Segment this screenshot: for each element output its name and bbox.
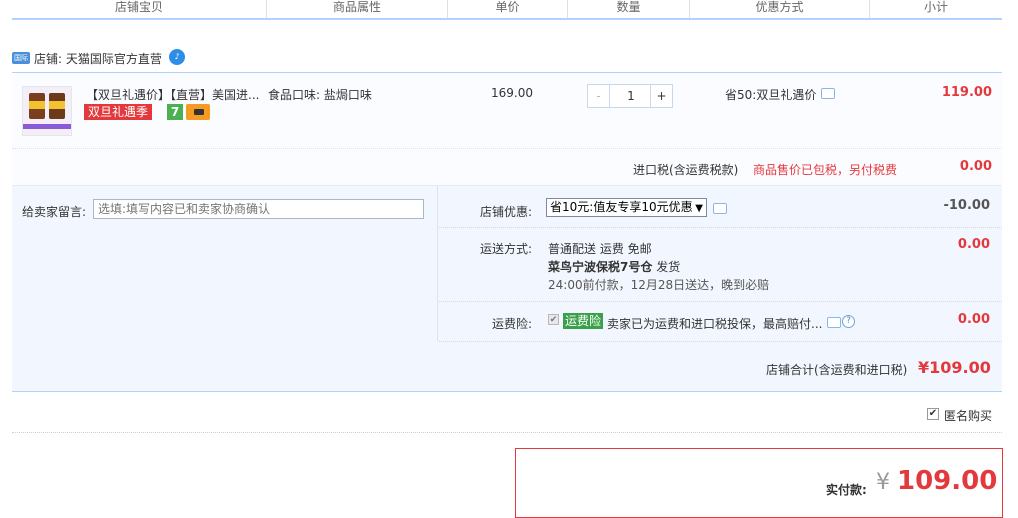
- column-header-quantity: 数量: [568, 0, 690, 18]
- divider: [12, 432, 1002, 433]
- product-title-link[interactable]: 【双旦礼遇价】【直营】美国进...: [86, 86, 259, 103]
- anonymous-label[interactable]: 匿名购买: [944, 407, 992, 424]
- shop-discount-selected: 省10元:值友专享10元优惠: [550, 200, 693, 214]
- shop-discount-value: -10.00: [943, 198, 990, 213]
- payment-label: 实付款:: [826, 483, 867, 497]
- column-header-attribute: 商品属性: [267, 0, 448, 18]
- warehouse-suffix: 发货: [656, 260, 681, 274]
- quantity-decrease-button[interactable]: -: [588, 85, 610, 107]
- shop-total-value: ¥109.00: [918, 358, 991, 377]
- item-discount-text: 省50:双旦礼遇价: [725, 88, 817, 102]
- delivery-promise: 24:00前付款，12月28日送达，晚到必赔: [548, 278, 770, 292]
- insurance-label: 运费险:: [491, 317, 532, 331]
- shipping-value: 0.00: [957, 237, 990, 252]
- quantity-stepper: - 1 +: [587, 84, 673, 108]
- item-subtotal: 119.00: [941, 85, 992, 100]
- memo-input[interactable]: [93, 199, 424, 219]
- cart-header: 店铺宝贝 商品属性 单价 数量 优惠方式 小计: [12, 0, 1002, 20]
- shop-total-label: 店铺合计(含运费和进口税): [766, 363, 908, 377]
- column-header-subtotal: 小计: [923, 0, 948, 14]
- warehouse-name: 菜鸟宁波保税7号仓: [548, 260, 653, 274]
- item-discount: 省50:双旦礼遇价: [725, 86, 816, 103]
- unit-price: 169.00: [491, 86, 533, 100]
- column-header-unit-price: 单价: [448, 0, 568, 18]
- shipping-method: 普通配送 运费 免邮: [548, 242, 652, 256]
- help-icon[interactable]: ?: [842, 315, 855, 328]
- tmall-global-icon: 国际: [12, 52, 30, 64]
- promo-tag: 双旦礼遇季: [84, 104, 153, 120]
- insurance-value: 0.00: [957, 312, 990, 327]
- seven-day-return-icon: 7: [167, 104, 183, 120]
- product-attribute: 食品口味: 盐焗口味: [268, 88, 372, 102]
- anonymous-checkbox[interactable]: ✔: [927, 408, 939, 420]
- credit-card-icon: [186, 104, 210, 120]
- message-icon[interactable]: [713, 203, 727, 214]
- divider: [439, 341, 1002, 342]
- product-thumbnail[interactable]: [22, 86, 72, 136]
- payment-amount: 109.00: [897, 466, 998, 496]
- insurance-text: 卖家已为运费和进口税投保，最高赔付...: [607, 317, 823, 331]
- import-tax-label: 进口税(含运费税款): [633, 163, 739, 177]
- shipping-label: 运送方式:: [479, 242, 532, 256]
- divider: [439, 227, 1002, 228]
- chevron-down-icon: ▼: [695, 203, 703, 214]
- quantity-input[interactable]: 1: [610, 85, 652, 107]
- quantity-increase-button[interactable]: +: [650, 85, 672, 107]
- shipping-warehouse: 菜鸟宁波保税7号仓 发货: [548, 258, 680, 275]
- shop-discount-label: 店铺优惠:: [479, 205, 532, 219]
- import-tax-value: 0.00: [959, 159, 992, 174]
- memo-label: 给卖家留言:: [22, 205, 87, 219]
- divider: [439, 301, 1002, 302]
- message-icon[interactable]: [827, 317, 841, 328]
- divider: [12, 148, 1002, 149]
- insurance-badge: 运费险: [563, 313, 604, 329]
- import-tax-note: 商品售价已包税，另付税费: [753, 163, 898, 177]
- insurance-checkbox[interactable]: ✔: [548, 314, 559, 325]
- message-icon[interactable]: [821, 88, 835, 99]
- payment-currency: ¥: [876, 470, 890, 495]
- chat-icon[interactable]: ♪: [169, 49, 185, 65]
- column-header-discount: 优惠方式: [690, 0, 870, 18]
- shop-name[interactable]: 店铺: 天猫国际官方直营: [34, 50, 162, 67]
- column-header-shop-item: 店铺宝贝: [12, 0, 267, 18]
- shop-discount-select[interactable]: 省10元:值友专享10元优惠 ▼: [546, 198, 707, 217]
